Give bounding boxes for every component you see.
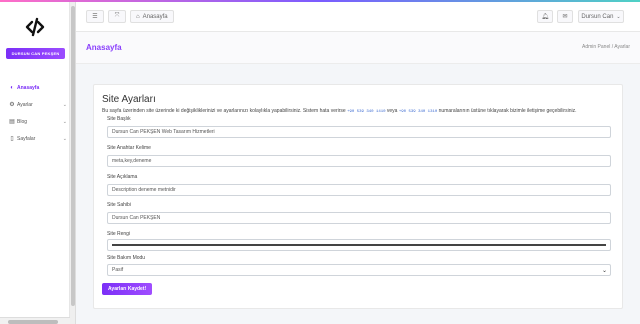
hamburger-icon: ☰ xyxy=(92,14,98,20)
sidebar-item-ayarlar[interactable]: ⚙ Ayarlar ⌄ xyxy=(9,96,67,113)
sidebar: DURSUN CAN PEKŞEN ◐ Anasayfa ⚙ Ayarlar ⌄… xyxy=(0,2,70,324)
page-header: Anasayfa Admin Panel / Ayarlar xyxy=(76,32,640,64)
site-bakim-select[interactable]: Pasif ⌄ xyxy=(107,264,611,276)
site-aciklama-label: Site Açıklama xyxy=(107,174,138,180)
settings-description: Bu sayfa üzerinden site üzerinde ki deği… xyxy=(102,108,577,114)
topbar: ☰ ⤧ ⌂ Anasayfa 🔔︎ ✉ Dursun Can ⌄ xyxy=(76,2,640,32)
user-menu-button[interactable]: Dursun Can ⌄ xyxy=(578,10,624,23)
blog-icon: ▤ xyxy=(9,119,15,125)
user-name: Dursun Can xyxy=(581,13,614,20)
home-icon: ⌂ xyxy=(136,13,140,20)
chevron-down-icon: ⌄ xyxy=(616,13,621,20)
bell-icon: 🔔︎ xyxy=(541,14,549,20)
description-text: numaralarının üstüne tıklayarak bizimle … xyxy=(438,108,577,114)
site-bakim-label: Site Bakım Modu xyxy=(107,255,146,261)
site-anahtar-input[interactable]: meta,key,deneme xyxy=(107,155,611,167)
save-settings-button[interactable]: Ayarları Kaydet! xyxy=(102,283,153,295)
sidebar-item-anasayfa[interactable]: ◐ Anasayfa xyxy=(9,79,67,96)
menu-toggle-button[interactable]: ☰ xyxy=(86,10,104,23)
page-title: Anasayfa xyxy=(86,43,122,52)
expand-icon: ⤧ xyxy=(114,13,120,19)
site-aciklama-input[interactable]: Description deneme metnidir xyxy=(107,184,611,196)
chevron-down-icon: ⌄ xyxy=(62,101,67,108)
chevron-down-icon: ⌄ xyxy=(62,118,67,125)
phone-link-2[interactable]: +90 539 340 1310 xyxy=(399,110,437,114)
phone-link-1[interactable]: +90 539 340 1410 xyxy=(347,110,385,114)
home-label: Anasayfa xyxy=(142,13,168,20)
select-value: Pasif xyxy=(112,267,124,273)
sidebar-item-sayfalar[interactable]: ▯ Sayfalar ⌄ xyxy=(9,130,67,147)
site-anahtar-label: Site Anahtar Kelime xyxy=(107,145,151,151)
sidebar-item-label: Ayarlar xyxy=(17,101,33,108)
site-baslik-input[interactable]: Dursun Can PEKŞEN Web Tasarım Hizmetleri xyxy=(107,126,611,138)
scrollbar-thumb[interactable] xyxy=(8,320,58,324)
site-sahibi-label: Site Sahibi xyxy=(107,202,131,208)
scrollbar-thumb[interactable] xyxy=(71,6,75,306)
sidebar-item-label: Blog xyxy=(17,118,28,125)
brand-button[interactable]: DURSUN CAN PEKŞEN xyxy=(6,48,65,59)
site-renk-label: Site Rengi xyxy=(107,231,131,237)
color-swatch xyxy=(112,244,606,246)
gears-icon: ⚙ xyxy=(9,102,15,108)
description-text: veya xyxy=(386,108,398,114)
sidebar-item-blog[interactable]: ▤ Blog ⌄ xyxy=(9,113,67,130)
site-renk-color-input[interactable] xyxy=(107,239,611,251)
settings-title: Site Ayarları xyxy=(102,94,156,105)
description-text: Bu sayfa üzerinden site üzerinde ki deği… xyxy=(102,108,346,114)
pages-icon: ▯ xyxy=(10,136,14,142)
breadcrumb: Admin Panel / Ayarlar xyxy=(582,44,630,50)
site-sahibi-input[interactable]: Dursun Can PEKŞEN xyxy=(107,212,611,224)
fullscreen-button[interactable]: ⤧ xyxy=(108,10,126,23)
home-button[interactable]: ⌂ Anasayfa xyxy=(130,10,174,23)
dashboard-icon: ◐ xyxy=(10,84,14,91)
messages-button[interactable]: ✉ xyxy=(557,10,573,23)
notifications-button[interactable]: 🔔︎ xyxy=(537,10,553,23)
sidebar-item-label: Anasayfa xyxy=(17,84,40,91)
sidebar-nav: ◐ Anasayfa ⚙ Ayarlar ⌄ ▤ Blog ⌄ ▯ Sayfal… xyxy=(9,79,67,147)
chevron-down-icon: ⌄ xyxy=(62,135,67,142)
chevron-down-icon: ⌄ xyxy=(601,268,607,274)
logo-icon[interactable] xyxy=(24,16,46,38)
settings-card: Site Ayarları Bu sayfa üzerinden site üz… xyxy=(93,84,623,309)
sidebar-item-label: Sayfalar xyxy=(17,135,36,142)
horizontal-scrollbar[interactable] xyxy=(0,317,70,324)
site-baslik-label: Site Başlık xyxy=(107,116,131,122)
envelope-icon: ✉ xyxy=(562,14,568,20)
